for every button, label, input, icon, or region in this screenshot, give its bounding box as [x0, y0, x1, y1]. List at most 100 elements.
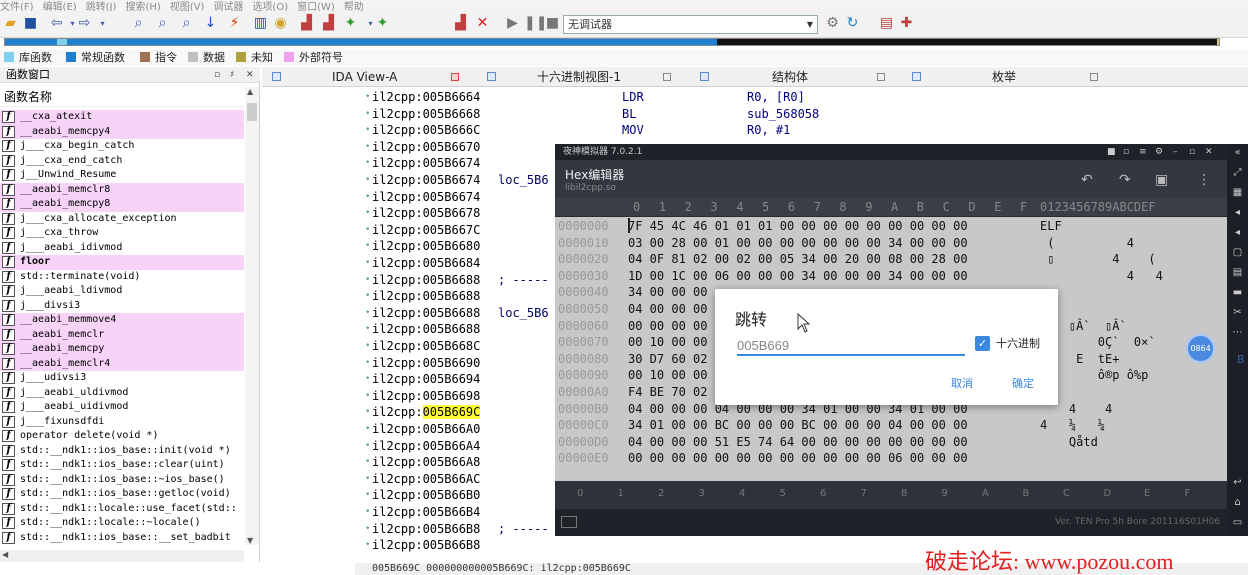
menu-item[interactable]: 调试器 [213, 3, 243, 12]
hex-bytes[interactable]: 00 00 00 00 00 00 00 00 00 00 00 00 06 0… [628, 450, 968, 467]
hex-row[interactable]: 0000000 7F 45 4C 46 01 01 01 00 00 00 00 … [555, 218, 1227, 235]
hex-key[interactable]: 8 [901, 488, 907, 499]
script-icon[interactable]: ◉ [272, 15, 289, 32]
back-icon[interactable]: ↩ [1231, 476, 1244, 489]
code-label[interactable]: ; ----- [498, 272, 549, 289]
function-list-item[interactable]: f j___aeabi_idivmod [0, 241, 244, 256]
code-operands[interactable]: R0, #1 [747, 122, 790, 139]
forward-icon[interactable]: ⇨ [76, 15, 93, 32]
function-list-item[interactable]: f operator delete(void *) [0, 429, 244, 444]
menu-item[interactable]: 选项(O) [252, 3, 288, 12]
pin-icon[interactable]: ♯ [230, 67, 234, 83]
function-list-item[interactable]: f j___divsi3 [0, 299, 244, 314]
function-list-item[interactable]: f __aeabi_memcpy8 [0, 197, 244, 212]
function-list-item[interactable]: f std::__ndk1::ios_base::__set_badbit [0, 531, 244, 546]
chevron-up-icon[interactable]: ▲ [247, 87, 253, 96]
hex-bytes[interactable]: 04 0F 81 02 00 02 00 05 34 00 20 00 08 0… [628, 251, 968, 268]
menu-item[interactable]: 文件(F) [0, 3, 34, 12]
undefine-icon[interactable]: ▟ [452, 15, 469, 32]
horizontal-scrollbar[interactable]: ◀ [0, 550, 244, 562]
screen-icon[interactable]: ▫ [1123, 144, 1129, 160]
hex-bytes[interactable]: 30 D7 60 02 [628, 351, 707, 368]
code-label[interactable]: loc_5B6 [498, 172, 549, 189]
hex-key[interactable]: 6 [820, 488, 826, 499]
hex-bytes[interactable]: 1D 00 1C 00 06 00 00 00 34 00 00 00 34 0… [628, 268, 968, 285]
folder-icon[interactable]: ▬ [1231, 286, 1244, 299]
volume-down-icon[interactable]: ◂ [1231, 226, 1244, 239]
close-icon[interactable] [1090, 73, 1098, 81]
function-list-item[interactable]: f std::__ndk1::locale::~locale() [0, 516, 244, 531]
function-list-item[interactable]: f __aeabi_memcpy4 [0, 124, 244, 139]
hex-bytes[interactable]: F4 BE 70 02 [628, 384, 707, 401]
tab-structures[interactable]: 结构体 [772, 67, 808, 87]
function-list-item[interactable]: f j___fixunsdfdi [0, 415, 244, 430]
debug-options-icon[interactable]: ⚙ [824, 15, 841, 32]
restore-icon[interactable]: ▫ [214, 67, 220, 83]
minimize-icon[interactable]: – [1173, 144, 1178, 160]
emulator-menu-icon[interactable]: ■ [1107, 144, 1116, 160]
function-list-item[interactable]: f j___cxa_end_catch [0, 154, 244, 169]
fullscreen-icon[interactable]: ⤢ [1231, 166, 1244, 179]
menu-icon[interactable]: ≡ [1139, 144, 1147, 160]
graph-icon[interactable]: ▥ [252, 15, 269, 32]
code-label[interactable]: ; ----- [498, 521, 549, 538]
function-list-item[interactable]: f j__Unwind_Resume [0, 168, 244, 183]
function-list-item[interactable]: f floor [0, 255, 244, 270]
code-line[interactable]: • il2cpp:005B666C MOV R0, #1 [355, 122, 1245, 139]
function-list-item[interactable]: f std::__ndk1::ios_base::~ios_base() [0, 473, 244, 488]
maximize-icon[interactable]: ▫ [1189, 144, 1195, 160]
close-icon[interactable] [451, 73, 459, 81]
hex-row[interactable]: 0000010 03 00 28 00 01 00 00 00 00 00 00 … [555, 235, 1227, 252]
hex-checkbox[interactable]: ✓ [975, 336, 990, 351]
save-icon[interactable]: ▣ [1155, 172, 1168, 188]
undo-icon[interactable]: ↶ [1081, 172, 1093, 188]
scissors-icon[interactable]: ✂ [1231, 306, 1244, 319]
chevron-left-icon[interactable]: ◀ [2, 550, 8, 559]
down-arrow-icon[interactable]: ↓ [202, 15, 219, 32]
function-list-item[interactable]: f __aeabi_memclr4 [0, 356, 244, 371]
function-list-item[interactable]: f j___cxa_begin_catch [0, 139, 244, 154]
stop-icon[interactable]: ■ [544, 15, 561, 32]
pause-icon[interactable]: ❚❚ [524, 15, 547, 32]
cancel-button[interactable]: 取消 [951, 375, 973, 391]
floating-ball[interactable]: 0864 [1186, 334, 1215, 363]
screenshot-icon[interactable]: ▢ [1231, 246, 1244, 259]
code-line[interactable]: • il2cpp:005B6664 LDR R0, [R0] [355, 89, 1245, 106]
close-icon[interactable] [877, 73, 885, 81]
patch-icon[interactable]: ⚡ [226, 15, 243, 32]
hex-bytes[interactable]: 00 00 00 00 [628, 318, 707, 335]
tab-enums[interactable]: 枚举 [992, 67, 1016, 87]
hex-key[interactable]: 2 [658, 488, 664, 499]
function-list-item[interactable]: f std::__ndk1::ios_base::getloc(void) [0, 487, 244, 502]
array-icon[interactable]: ✦ [374, 15, 391, 32]
hex-key[interactable]: B [1023, 488, 1030, 499]
hex-key[interactable]: 3 [699, 488, 705, 499]
code-line[interactable]: • il2cpp:005B6668 BL sub_568058 [355, 106, 1245, 123]
function-list-item[interactable]: f __aeabi_memmove4 [0, 313, 244, 328]
redo-icon[interactable]: ↷ [1119, 172, 1131, 188]
apk-icon[interactable]: ▤ [1231, 266, 1244, 279]
volume-up-icon[interactable]: ◂ [1231, 206, 1244, 219]
chevron-down-icon[interactable]: ▼ [247, 536, 253, 545]
hex-key[interactable]: 0 [577, 488, 583, 499]
data-icon[interactable]: ▟ [320, 15, 337, 32]
hex-row[interactable]: 00000D0 04 00 00 00 51 E5 74 64 00 00 00 … [555, 434, 1227, 451]
menu-item[interactable]: 窗口(W) [297, 3, 335, 12]
function-list-item[interactable]: f j___aeabi_ldivmod [0, 284, 244, 299]
tab-ida-view-a[interactable]: IDA View-A [332, 67, 397, 87]
hex-bytes[interactable]: 34 00 00 00 [628, 284, 707, 301]
function-list-item[interactable]: f j___aeabi_uldivmod [0, 386, 244, 401]
more-icon[interactable]: ⋯ [1231, 326, 1244, 339]
hex-row[interactable]: 00000C0 34 01 00 00 BC 00 00 00 BC 00 00 … [555, 417, 1227, 434]
hex-bytes[interactable]: 00 10 00 00 [628, 334, 707, 351]
function-list-item[interactable]: f j___udivsi3 [0, 371, 244, 386]
tab-hex-view[interactable]: 十六进制视图-1 [537, 67, 621, 87]
hex-key[interactable]: 7 [861, 488, 867, 499]
address-input[interactable] [737, 336, 965, 356]
menu-item[interactable]: 视图(V) [170, 3, 205, 12]
hex-key[interactable]: A [982, 488, 989, 499]
open-folder-icon[interactable]: ▰ [2, 15, 19, 32]
code-icon[interactable]: ▟ [298, 15, 315, 32]
more-vert-icon[interactable]: ⋮ [1197, 172, 1211, 188]
menu-item[interactable]: 编辑(E) [43, 3, 77, 12]
